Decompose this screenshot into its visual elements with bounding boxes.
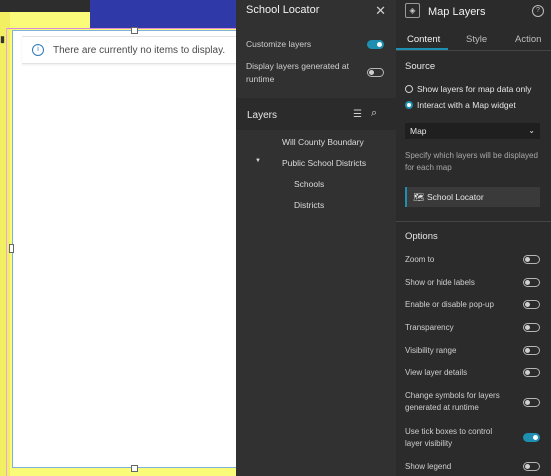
- option-label: Enable or disable pop-up: [405, 300, 494, 309]
- search-icon[interactable]: ⌕: [371, 107, 377, 120]
- runtime-layers-toggle[interactable]: [367, 68, 384, 77]
- map-boundary-line-vertical: [6, 28, 7, 476]
- option-label: Show legend: [405, 462, 452, 471]
- tab-content[interactable]: Content: [407, 34, 440, 45]
- delete-icon[interactable]: ▮: [0, 34, 8, 46]
- tab-action[interactable]: Action: [515, 34, 541, 45]
- layer-item[interactable]: Will County Boundary: [282, 137, 364, 147]
- map-help-text: Specify which layers will be displayed f…: [405, 151, 538, 172]
- source-option-label[interactable]: Interact with a Map widget: [417, 100, 516, 110]
- source-radio-map-data[interactable]: [405, 85, 413, 93]
- visibility-range-toggle[interactable]: [523, 346, 540, 355]
- layer-item[interactable]: Public School Districts: [282, 158, 366, 168]
- resize-handle-left[interactable]: [9, 244, 14, 253]
- header-widget[interactable]: [90, 0, 236, 28]
- option-label: Visibility range: [405, 346, 457, 355]
- map-boundary-line: [6, 28, 236, 29]
- zoom-to-toggle[interactable]: [523, 255, 540, 264]
- option-label: View layer details: [405, 368, 468, 377]
- customize-layers-label: Customize layers: [246, 39, 312, 49]
- help-icon[interactable]: ?: [532, 5, 544, 17]
- resize-handle-bottom[interactable]: [131, 465, 138, 472]
- sort-icon[interactable]: ☰: [353, 109, 362, 120]
- layer-item[interactable]: Schools: [294, 179, 324, 189]
- empty-notice: i There are currently no items to displa…: [22, 36, 236, 64]
- customize-layers-toggle[interactable]: [367, 40, 384, 49]
- layers-icon: ◈: [405, 3, 420, 18]
- popup-toggle[interactable]: [523, 300, 540, 309]
- map-item-label: School Locator: [427, 192, 484, 202]
- locator-layers-panel: School Locator ✕ Customize layers Displa…: [236, 0, 396, 476]
- settings-panel: ◈ Map Layers ? Content Style Action Sour…: [396, 0, 551, 476]
- options-divider: [396, 221, 551, 222]
- source-option-label[interactable]: Show layers for map data only: [417, 84, 531, 94]
- labels-toggle[interactable]: [523, 278, 540, 287]
- layers-title: Layers: [247, 110, 278, 121]
- transparency-toggle[interactable]: [523, 323, 540, 332]
- tab-style[interactable]: Style: [466, 34, 487, 45]
- map-item[interactable]: 🗺 School Locator: [405, 187, 540, 207]
- option-label: Use tick boxes to control layer visibili…: [405, 427, 493, 448]
- source-heading: Source: [405, 61, 436, 72]
- legend-toggle[interactable]: [523, 462, 540, 471]
- design-canvas: ▮ i There are currently no items to disp…: [0, 0, 236, 476]
- option-label: Change symbols for layers generated at r…: [405, 391, 500, 412]
- layer-item[interactable]: Districts: [294, 200, 324, 210]
- option-label: Show or hide labels: [405, 278, 475, 287]
- info-icon: i: [32, 44, 44, 56]
- runtime-symbols-toggle[interactable]: [523, 398, 540, 407]
- map-icon: 🗺: [413, 192, 425, 202]
- map-background: [0, 0, 10, 476]
- chevron-down-icon: ⌄: [528, 126, 535, 135]
- panel-title: School Locator: [246, 4, 320, 16]
- runtime-layers-label: Display layers generated at runtime: [246, 61, 350, 84]
- map-select-value: Map: [410, 126, 427, 136]
- options-heading: Options: [405, 231, 438, 242]
- map-layers-widget[interactable]: [12, 30, 236, 468]
- option-label: Transparency: [405, 323, 454, 332]
- resize-handle-top[interactable]: [131, 27, 138, 34]
- tab-divider: [396, 50, 551, 51]
- layer-details-toggle[interactable]: [523, 368, 540, 377]
- close-icon[interactable]: ✕: [375, 3, 386, 19]
- active-tab-indicator: [396, 48, 448, 50]
- settings-title: Map Layers: [428, 6, 486, 18]
- map-select[interactable]: Map ⌄: [405, 123, 540, 139]
- option-label: Zoom to: [405, 255, 435, 264]
- source-radio-map-widget[interactable]: [405, 101, 413, 109]
- empty-notice-text: There are currently no items to display.: [53, 44, 226, 56]
- caret-down-icon[interactable]: ▼: [255, 158, 261, 164]
- tick-boxes-toggle[interactable]: [523, 433, 540, 442]
